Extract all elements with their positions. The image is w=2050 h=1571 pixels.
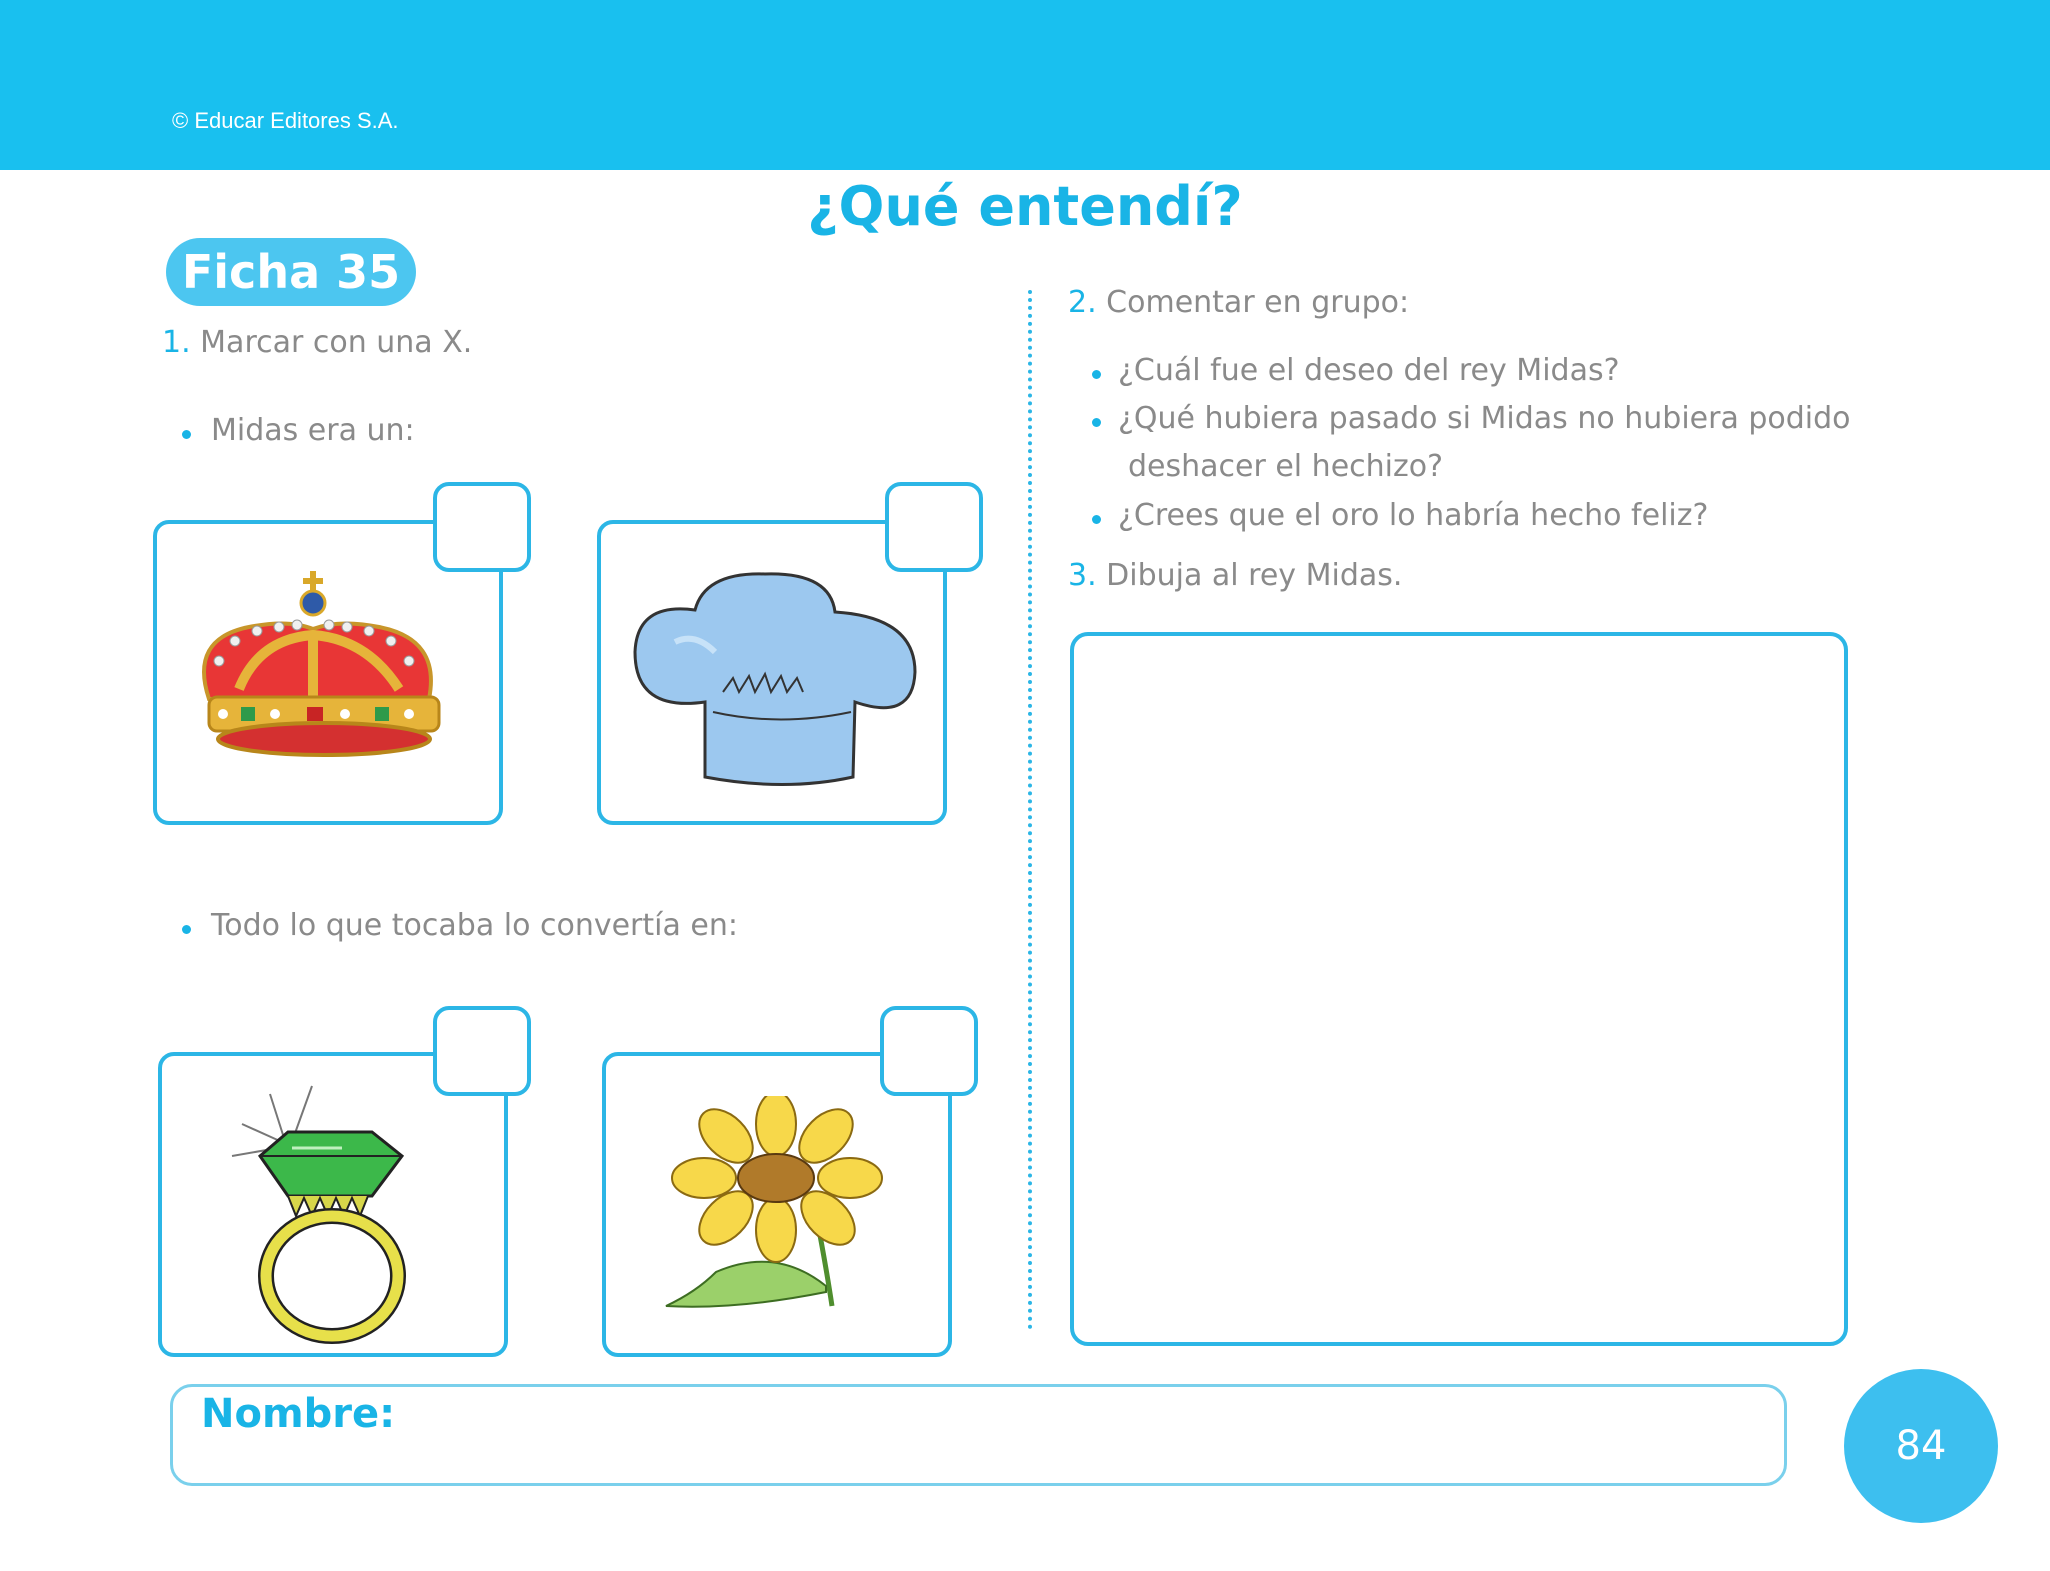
instruction-2-text: Comentar en grupo: xyxy=(1106,285,1410,320)
worksheet-badge: Ficha 35 xyxy=(166,238,416,306)
instruction-3-number: 3. xyxy=(1068,558,1097,593)
chef-hat-icon xyxy=(633,572,917,786)
instruction-2-number: 2. xyxy=(1068,285,1097,320)
sunflower-icon xyxy=(665,1096,883,1308)
header-bar: © Educar Editores S.A. xyxy=(0,0,2050,170)
instruction-3-text: Dibuja al rey Midas. xyxy=(1106,558,1403,593)
instruction-1-text: Marcar con una X. xyxy=(200,325,473,360)
column-divider xyxy=(1028,290,1032,1330)
question-turned-into: Todo lo que tocaba lo convertía en: xyxy=(211,908,738,943)
instruction-1: 1. Marcar con una X. xyxy=(162,325,472,360)
emerald-ring-icon xyxy=(231,1085,406,1344)
bullet xyxy=(182,430,191,439)
bullet xyxy=(182,925,191,934)
question-midas-was: Midas era un: xyxy=(211,413,415,448)
crown-icon xyxy=(202,571,441,757)
name-field[interactable]: Nombre: xyxy=(170,1384,1787,1486)
discussion-question-2-cont: deshacer el hechizo? xyxy=(1128,449,1444,484)
checkbox-flower[interactable] xyxy=(880,1006,978,1096)
option-card-ring[interactable] xyxy=(158,1052,508,1357)
instruction-1-number: 1. xyxy=(162,325,191,360)
bullet xyxy=(1092,418,1101,427)
bullet xyxy=(1092,370,1101,379)
option-card-flower[interactable] xyxy=(602,1052,952,1357)
discussion-question-2: ¿Qué hubiera pasado si Midas no hubiera … xyxy=(1118,401,1851,436)
copyright-text: © Educar Editores S.A. xyxy=(172,108,399,133)
checkbox-crown[interactable] xyxy=(433,482,531,572)
page-number: 84 xyxy=(1844,1369,1998,1523)
instruction-3: 3. Dibuja al rey Midas. xyxy=(1068,558,1402,593)
name-label: Nombre: xyxy=(201,1391,396,1437)
discussion-question-3: ¿Crees que el oro lo habría hecho feliz? xyxy=(1118,498,1709,533)
bullet xyxy=(1092,515,1101,524)
drawing-area[interactable] xyxy=(1070,632,1848,1346)
page-title: ¿Qué entendí? xyxy=(807,175,1243,238)
checkbox-ring[interactable] xyxy=(433,1006,531,1096)
checkbox-chef-hat[interactable] xyxy=(885,482,983,572)
instruction-2: 2. Comentar en grupo: xyxy=(1068,285,1409,320)
discussion-question-1: ¿Cuál fue el deseo del rey Midas? xyxy=(1118,353,1620,388)
